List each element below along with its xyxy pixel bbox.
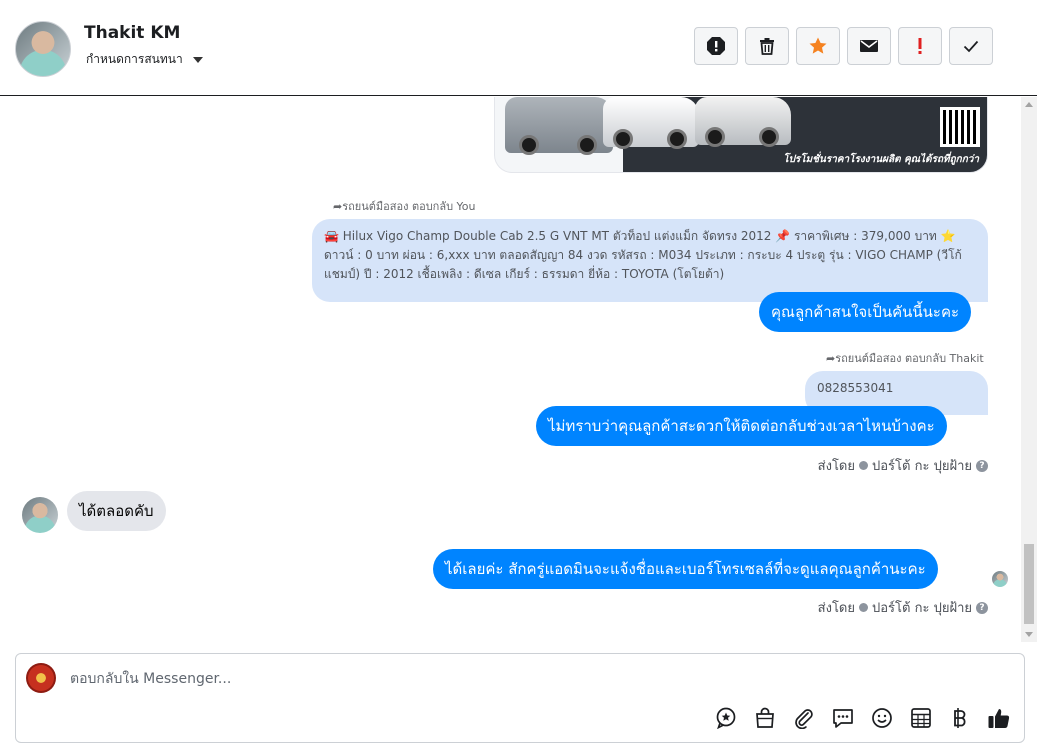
help-icon[interactable]: ? [976,459,988,472]
car-image [505,97,613,155]
exclamation-icon [918,38,922,54]
scrollbar-thumb[interactable] [1024,544,1034,624]
thread-scrollbar[interactable] [1021,97,1037,642]
quick-reply-button[interactable] [830,705,856,731]
report-button[interactable] [694,27,738,65]
payment-button[interactable] [947,705,973,731]
qr-code-icon [940,107,980,147]
promo-banner-text: โปรโมชั่นราคาโรงงานผลิต คุณได้รถที่ถูกกว… [783,154,979,165]
mail-button[interactable] [847,27,891,65]
seen-avatar [992,571,1008,587]
check-icon [963,40,979,53]
contact-name[interactable]: Thakit KM [84,23,180,43]
alert-circle-icon [707,37,725,55]
scroll-up-icon[interactable] [1025,102,1033,107]
incoming-message[interactable]: ได้ตลอดคับ [67,491,166,531]
emoji-button[interactable] [869,705,895,731]
paperclip-icon [795,709,813,729]
reply-context-label: ➦รถยนต์มือสอง ตอบกลับ You [333,200,476,213]
header-actions [694,27,993,65]
outgoing-message[interactable]: คุณลูกค้าสนใจเป็นคันนี้นะคะ [759,292,972,332]
sent-by-info: ส่งโดย ปอร์โต้ กะ ปุยฝ้าย ? [818,455,988,476]
sender-name[interactable]: ปอร์โต้ กะ ปุยฝ้าย [872,455,972,476]
table-icon [911,708,931,728]
reply-composer [15,653,1025,743]
sent-by-label: ส่งโดย [817,601,855,616]
verified-icon [859,461,868,470]
avatar[interactable] [15,21,71,77]
help-icon[interactable]: ? [976,601,988,614]
sender-name[interactable]: ปอร์โต้ กะ ปุยฝ้าย [872,597,972,618]
verified-icon [859,603,868,612]
reply-input[interactable] [68,666,972,692]
attach-button[interactable] [791,705,817,731]
star-button[interactable] [796,27,840,65]
outgoing-message[interactable]: ได้เลยค่ะ สักครู่แอดมินจะแจ้งชื่อและเบอร… [433,549,938,589]
sent-by-info: ส่งโดย ปอร์โต้ กะ ปุยฝ้าย ? [818,597,988,618]
thumbs-up-icon [988,709,1010,728]
shop-button[interactable] [752,705,778,731]
sent-by-label: ส่งโดย [817,459,855,474]
baht-icon [954,708,966,728]
promo-image-attachment[interactable]: โปรโมชั่นราคาโรงงานผลิต คุณได้รถที่ถูกกว… [494,97,988,173]
envelope-icon [860,40,878,52]
page-logo [26,663,56,693]
star-icon [809,37,827,54]
reply-context-label: ➦รถยนต์มือสอง ตอบกลับ Thakit [826,352,984,365]
chat-star-icon [716,707,736,729]
caret-down-icon [192,56,203,63]
important-button[interactable] [898,27,942,65]
chat-dots-icon [833,709,853,728]
car-image [695,97,791,147]
avatar[interactable] [22,497,58,533]
conversation-header: Thakit KM กำหนดการสนทนา [0,0,1037,96]
delete-button[interactable] [745,27,789,65]
composer-toolbar [713,705,1012,731]
scroll-down-icon[interactable] [1025,632,1033,637]
conversation-settings-dropdown[interactable]: กำหนดการสนทนา [86,50,203,69]
conversation-settings-label: กำหนดการสนทนา [86,52,183,66]
reply-arrow-icon: ➦ [333,200,343,213]
reply-arrow-icon: ➦ [826,352,836,365]
like-button[interactable] [986,705,1012,731]
trash-icon [760,38,774,55]
saved-replies-button[interactable] [713,705,739,731]
car-image [603,97,699,149]
bag-icon [756,707,774,728]
smile-icon [872,708,892,728]
quoted-message[interactable]: 🚘 Hilux Vigo Champ Double Cab 2.5 G VNT … [312,219,988,302]
outgoing-message[interactable]: ไม่ทราบว่าคุณลูกค้าสะดวกให้ติดต่อกลับช่ว… [536,406,947,446]
appointment-button[interactable] [908,705,934,731]
done-button[interactable] [949,27,993,65]
